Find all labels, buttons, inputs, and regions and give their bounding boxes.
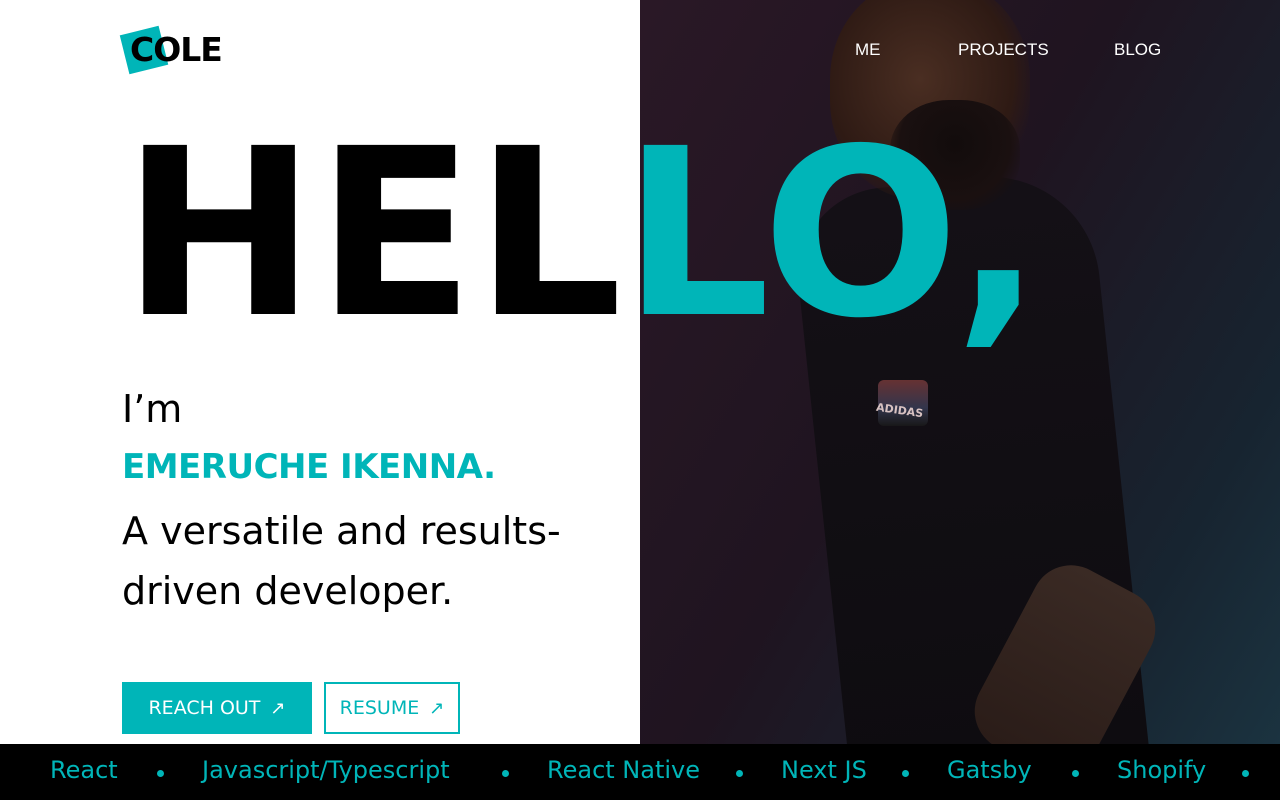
skills-ticker: React Javascript/Typescript React Native… xyxy=(0,744,1280,800)
ticker-item: React Native xyxy=(547,756,701,784)
resume-button[interactable]: RESUME ↗ xyxy=(324,682,460,734)
nav-item-projects[interactable]: PROJECTS xyxy=(958,40,1049,60)
ticker-dot-icon xyxy=(1242,770,1249,777)
logo[interactable]: COLE xyxy=(119,25,232,75)
ticker-item: Next JS xyxy=(781,756,867,784)
ticker-dot-icon xyxy=(157,770,164,777)
ticker-dot-icon xyxy=(502,770,509,777)
reach-out-button[interactable]: REACH OUT ↗ xyxy=(122,682,312,734)
ticker-dot-icon xyxy=(736,770,743,777)
ticker-item: Gatsby xyxy=(947,756,1032,784)
nav-item-me[interactable]: ME xyxy=(855,40,881,60)
nav-item-blog[interactable]: BLOG xyxy=(1114,40,1161,60)
headline-accent: LO, xyxy=(622,99,1043,369)
tagline: A versatile and results-driven developer… xyxy=(122,509,561,613)
arrow-up-right-icon: ↗ xyxy=(429,697,445,719)
ticker-dot-icon xyxy=(1072,770,1079,777)
main-nav: ME PROJECTS BLOG xyxy=(820,40,1200,64)
logo-text: COLE xyxy=(130,30,223,69)
ticker-dot-icon xyxy=(902,770,909,777)
reach-out-label: REACH OUT xyxy=(148,697,261,719)
ticker-item: Javascript/Typescript xyxy=(202,756,450,784)
greeting: I’m xyxy=(122,387,183,431)
hero-headline: HELLO, xyxy=(122,118,1042,358)
arrow-up-right-icon: ↗ xyxy=(270,697,286,719)
hero-intro: I’m EMERUCHE IKENNA. A versatile and res… xyxy=(122,385,622,621)
ticker-item: Shopify xyxy=(1117,756,1207,784)
resume-label: RESUME xyxy=(339,697,420,719)
developer-name: EMERUCHE IKENNA. xyxy=(122,447,496,487)
headline-dark: HEL xyxy=(122,99,623,369)
ticker-item: React xyxy=(50,756,118,784)
